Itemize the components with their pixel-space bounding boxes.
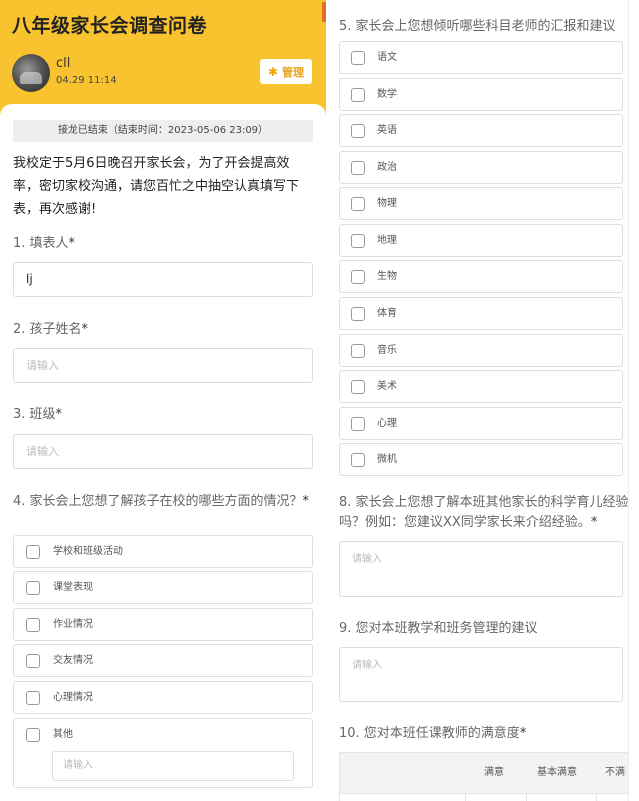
matrix-column-header: 不满	[605, 767, 625, 778]
post-time: 04.29 11:14	[56, 75, 117, 86]
satisfaction-matrix: 满意 基本满意 不满	[339, 752, 629, 801]
checkbox[interactable]	[351, 307, 365, 321]
divider	[465, 793, 466, 801]
manage-button[interactable]: ✱ 管理	[259, 59, 312, 84]
checkbox[interactable]	[26, 545, 40, 559]
manage-label: 管理	[282, 65, 304, 79]
q5-option[interactable]: 微机	[339, 443, 623, 476]
q9-textarea[interactable]: 请输入	[339, 647, 623, 702]
q5-option[interactable]: 地理	[339, 224, 623, 257]
matrix-header: 满意 基本满意 不满	[340, 753, 628, 793]
divider	[628, 0, 629, 801]
left-panel: 八年级家长会调查问卷 cll 04.29 11:14 ✱ 管理 接龙已结束（结束…	[0, 0, 326, 801]
q5-option[interactable]: 物理	[339, 187, 623, 220]
checkbox[interactable]	[351, 234, 365, 248]
checkbox[interactable]	[351, 51, 365, 65]
q5-option[interactable]: 美术	[339, 370, 623, 403]
question-8-label: 8. 家长会上您想了解本班其他家长的科学育儿经验吗？例如：您建议XX同学家长来介…	[339, 495, 629, 530]
checkbox[interactable]	[351, 417, 365, 431]
q4-option-other[interactable]: 其他 请输入	[13, 718, 313, 788]
child-name-input[interactable]: 请输入	[13, 348, 313, 383]
form-intro: 我校定于5月6日晚召开家长会，为了开会提高效率，密切家校沟通，请您百忙之中抽空认…	[13, 156, 300, 217]
gear-icon: ✱	[267, 64, 278, 79]
checkbox[interactable]	[26, 581, 40, 595]
checkbox[interactable]	[351, 88, 365, 102]
q5-option[interactable]: 英语	[339, 114, 623, 147]
q5-option[interactable]: 心理	[339, 407, 623, 440]
q4-option[interactable]: 交友情况	[13, 644, 313, 677]
question-10-label: 10. 您对本班任课教师的满意度*	[339, 726, 527, 741]
avatar[interactable]	[12, 54, 50, 92]
q5-option[interactable]: 数学	[339, 78, 623, 111]
checkbox[interactable]	[351, 197, 365, 211]
class-input[interactable]: 请输入	[13, 434, 313, 469]
q4-option[interactable]: 学校和班级活动	[13, 535, 313, 568]
other-input[interactable]: 请输入	[52, 751, 294, 781]
checkbox[interactable]	[26, 691, 40, 705]
filler-name-input[interactable]: lj	[13, 262, 313, 297]
q5-option[interactable]: 体育	[339, 297, 623, 330]
question-4-label: 4. 家长会上您想了解孩子在校的哪些方面的情况？*	[13, 494, 310, 509]
divider	[526, 793, 527, 801]
checkbox[interactable]	[351, 380, 365, 394]
checkbox[interactable]	[351, 453, 365, 467]
question-5-label: 5. 家长会上您想倾听哪些科目老师的汇报和建议	[339, 19, 616, 34]
question-9-label: 9. 您对本班教学和班务管理的建议	[339, 621, 538, 636]
q5-option[interactable]: 生物	[339, 260, 623, 293]
checkbox[interactable]	[351, 124, 365, 138]
status-badge: 接龙已结束（结束时间：2023-05-06 23:09）	[13, 120, 313, 142]
divider	[340, 793, 628, 794]
matrix-column-header: 基本满意	[537, 767, 577, 778]
checkbox[interactable]	[351, 344, 365, 358]
q5-option[interactable]: 政治	[339, 151, 623, 184]
question-2-label: 2. 孩子姓名*	[13, 322, 89, 337]
q5-option[interactable]: 音乐	[339, 334, 623, 367]
user-name: cll	[56, 56, 71, 71]
q8-textarea[interactable]: 请输入	[339, 541, 623, 597]
q4-option[interactable]: 作业情况	[13, 608, 313, 641]
checkbox[interactable]	[26, 654, 40, 668]
matrix-column-header: 满意	[484, 767, 504, 778]
right-panel: 5. 家长会上您想倾听哪些科目老师的汇报和建议 语文 数学 英语 政治 物理 地…	[326, 0, 639, 801]
checkbox[interactable]	[351, 161, 365, 175]
page-title: 八年级家长会调查问卷	[12, 15, 208, 37]
checkbox[interactable]	[26, 618, 40, 632]
question-1-label: 1. 填表人*	[13, 236, 76, 251]
divider	[596, 793, 597, 801]
q4-option[interactable]: 心理情况	[13, 681, 313, 714]
checkbox[interactable]	[351, 270, 365, 284]
header-banner: 八年级家长会调查问卷 cll 04.29 11:14 ✱ 管理	[0, 0, 326, 118]
q4-option[interactable]: 课堂表现	[13, 571, 313, 604]
checkbox[interactable]	[26, 728, 40, 742]
q5-option[interactable]: 语文	[339, 41, 623, 74]
question-3-label: 3. 班级*	[13, 407, 63, 422]
